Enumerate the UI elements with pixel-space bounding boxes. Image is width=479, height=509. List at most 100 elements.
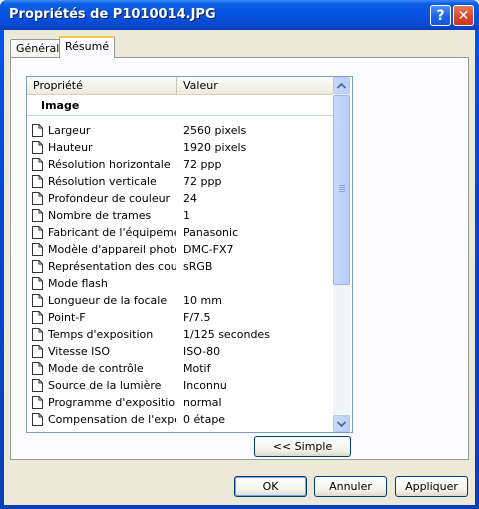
list-item[interactable]: Vitesse ISO ISO-80 (27, 343, 333, 360)
property-name: Mode de contrôle (48, 362, 144, 375)
list-item[interactable]: Longueur de la focale 10 mm (27, 292, 333, 309)
help-button[interactable]: ? (430, 5, 451, 26)
property-value: 72 ppp (183, 175, 222, 188)
property-value: 0 étape (183, 413, 226, 426)
property-value: Panasonic (183, 226, 239, 239)
thumb-grip-line (339, 191, 345, 192)
simple-view-button[interactable]: << Simple (254, 436, 351, 457)
property-name: Résolution verticale (48, 175, 157, 188)
property-name: Modèle d'appareil photo (48, 243, 176, 256)
list-item[interactable]: Point-F F/7.5 (27, 309, 333, 326)
property-rows: Largeur 2560 pixels Hauteur 1920 pixels Réso… (27, 122, 333, 428)
title-bar[interactable]: Propriétés de P1010014.JPG ? ✕ (0, 0, 479, 30)
property-list[interactable]: Propriété Valeur Image Largeur 2560 pixel… (26, 76, 353, 433)
property-name: Fabricant de l'équipement (48, 226, 176, 239)
document-icon (32, 345, 43, 358)
document-icon (32, 413, 43, 426)
list-item[interactable]: Mode de contrôle Motif (27, 360, 333, 377)
document-icon (32, 362, 43, 375)
property-value: 24 (183, 192, 197, 205)
document-icon (32, 158, 43, 171)
document-icon (32, 209, 43, 222)
property-value: ISO-80 (183, 345, 221, 358)
scroll-thumb[interactable] (333, 95, 350, 285)
document-icon (32, 192, 43, 205)
group-heading-image: Image (41, 99, 80, 112)
thumb-grip-line (339, 187, 345, 188)
list-item[interactable]: Compensation de l'expo... 0 étape (27, 411, 333, 428)
property-value: 1920 pixels (183, 141, 247, 154)
document-icon (32, 175, 43, 188)
cancel-button[interactable]: Annuler (314, 476, 387, 497)
list-item[interactable]: Fabricant de l'équipement Panasonic (27, 224, 333, 241)
property-value: sRGB (183, 260, 213, 273)
property-value: 1/125 secondes (183, 328, 270, 341)
close-icon: ✕ (457, 7, 470, 24)
document-icon (32, 260, 43, 273)
document-icon (32, 141, 43, 154)
help-icon: ? (436, 7, 445, 24)
column-header-value[interactable]: Valeur (177, 77, 333, 95)
tab-resume[interactable]: Résumé (59, 36, 116, 58)
document-icon (32, 124, 43, 137)
close-button[interactable]: ✕ (453, 5, 474, 26)
property-value: 1 (183, 209, 190, 222)
list-item[interactable]: Nombre de trames 1 (27, 207, 333, 224)
property-name: Mode flash (48, 277, 108, 290)
property-value: Motif (183, 362, 211, 375)
property-name: Source de la lumière (48, 379, 162, 392)
property-value: 10 mm (183, 294, 222, 307)
scroll-up-button[interactable] (333, 77, 350, 94)
document-icon (32, 226, 43, 239)
property-value: normal (183, 396, 222, 409)
property-name: Nombre de trames (48, 209, 152, 222)
property-name: Compensation de l'expo... (48, 413, 176, 426)
property-name: Longueur de la focale (48, 294, 168, 307)
property-name: Résolution horizontale (48, 158, 171, 171)
list-item[interactable]: Résolution verticale 72 ppp (27, 173, 333, 190)
thumb-grip-line (339, 185, 345, 186)
document-icon (32, 328, 43, 341)
list-item[interactable]: Résolution horizontale 72 ppp (27, 156, 333, 173)
column-header-property[interactable]: Propriété (27, 77, 177, 95)
property-value: 72 ppp (183, 158, 222, 171)
vertical-scrollbar[interactable] (333, 77, 350, 432)
list-item[interactable]: Temps d'exposition 1/125 secondes (27, 326, 333, 343)
properties-dialog: Propriétés de P1010014.JPG ? ✕ Général R… (0, 0, 479, 509)
document-icon (32, 277, 43, 290)
property-name: Vitesse ISO (48, 345, 111, 358)
apply-button[interactable]: Appliquer (395, 476, 468, 497)
ok-button[interactable]: OK (234, 476, 307, 497)
list-item[interactable]: Hauteur 1920 pixels (27, 139, 333, 156)
document-icon (32, 294, 43, 307)
property-value: DMC-FX7 (183, 243, 234, 256)
tab-panel-resume: Propriété Valeur Image Largeur 2560 pixel… (10, 57, 469, 460)
arrow-down-icon (337, 420, 346, 427)
document-icon (32, 396, 43, 409)
list-item[interactable]: Représentation des cou... sRGB (27, 258, 333, 275)
list-item[interactable]: Largeur 2560 pixels (27, 122, 333, 139)
thumb-grip-line (339, 189, 345, 190)
scroll-down-button[interactable] (333, 415, 350, 432)
property-name: Largeur (48, 124, 91, 137)
document-icon (32, 311, 43, 324)
list-item[interactable]: Mode flash (27, 275, 333, 292)
list-item[interactable]: Profondeur de couleur 24 (27, 190, 333, 207)
property-value: Inconnu (183, 379, 227, 392)
list-header: Propriété Valeur (27, 77, 333, 95)
property-value: 2560 pixels (183, 124, 247, 137)
property-name: Hauteur (48, 141, 93, 154)
arrow-up-icon (337, 82, 346, 89)
list-item[interactable]: Source de la lumière Inconnu (27, 377, 333, 394)
list-item[interactable]: Modèle d'appareil photo DMC-FX7 (27, 241, 333, 258)
property-value: F/7.5 (183, 311, 211, 324)
list-item[interactable]: Programme d'exposition normal (27, 394, 333, 411)
document-icon (32, 379, 43, 392)
group-divider (27, 115, 333, 116)
document-icon (32, 243, 43, 256)
property-name: Représentation des cou... (48, 260, 176, 273)
property-name: Profondeur de couleur (48, 192, 171, 205)
tab-general[interactable]: Général (10, 39, 66, 57)
window-title: Propriétés de P1010014.JPG (9, 7, 216, 22)
dialog-client-area: Général Résumé Propriété Valeur Image La… (4, 30, 475, 505)
